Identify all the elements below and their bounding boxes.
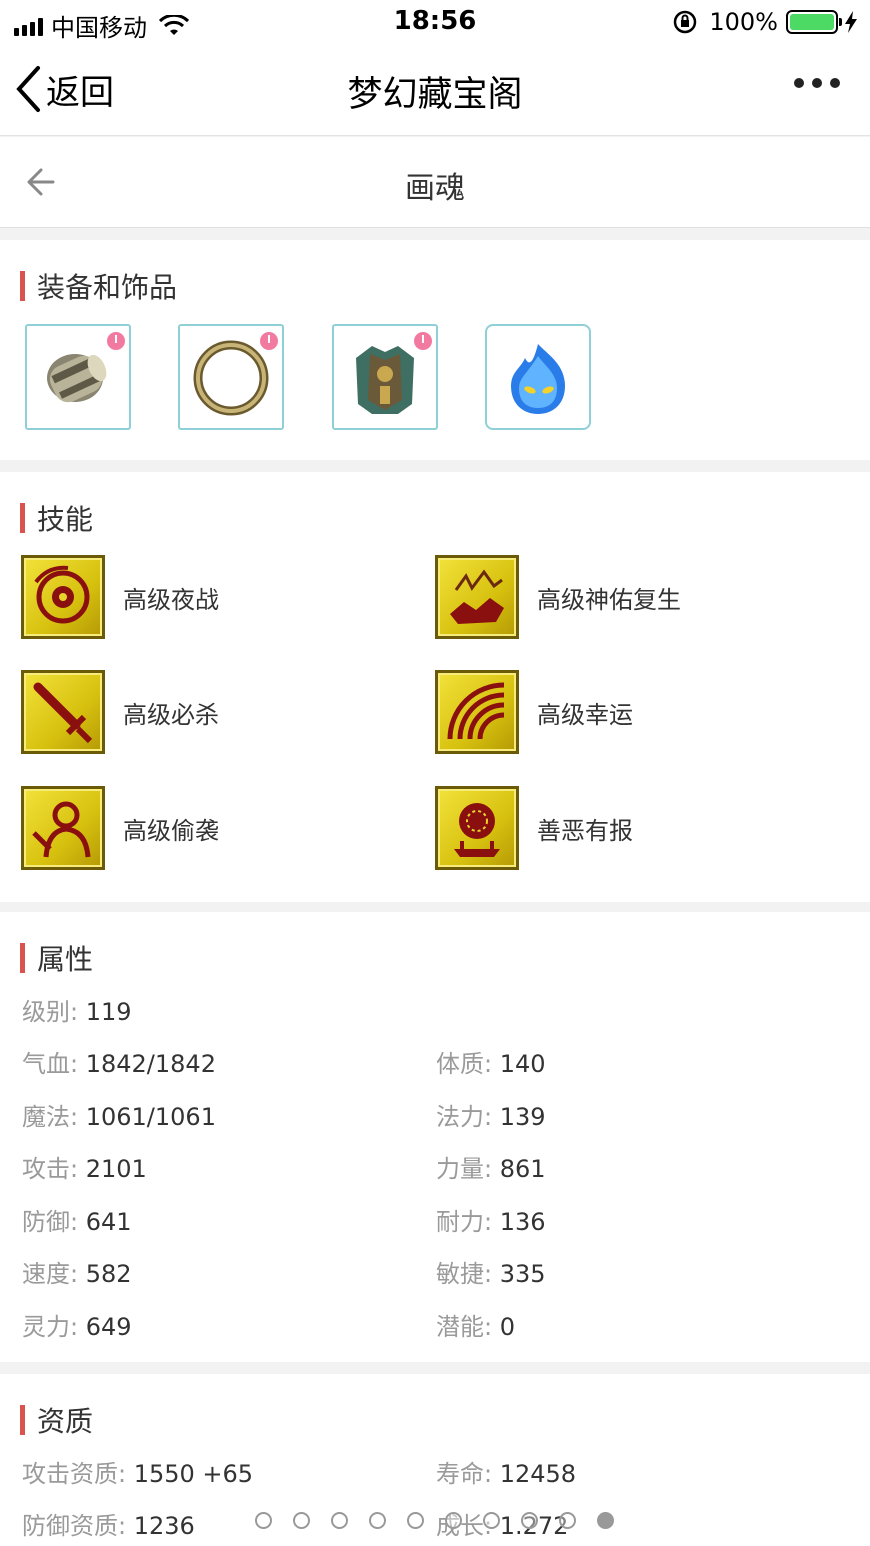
more-dot-icon	[794, 78, 804, 88]
more-dot-icon	[812, 78, 822, 88]
attr-item: 力量: 861	[436, 1155, 546, 1183]
page-dot[interactable]	[407, 1512, 424, 1529]
attributes-section: 属性 级别: 119 气血: 1842/1842 体质: 140 魔法: 106…	[0, 912, 870, 1362]
page-dot[interactable]	[255, 1512, 272, 1529]
more-options-button[interactable]	[794, 78, 840, 88]
section-accent-bar	[20, 1405, 25, 1435]
skill-label: 善恶有报	[537, 816, 633, 845]
orientation-lock-icon	[674, 10, 697, 34]
attr-item: 耐力: 136	[436, 1208, 546, 1236]
section-accent-bar	[20, 271, 25, 301]
equip-slot[interactable]	[178, 324, 284, 430]
night-battle-skill-icon	[21, 555, 105, 639]
sneak-attack-skill-icon	[21, 786, 105, 870]
section-accent-bar	[20, 943, 25, 973]
skill-item[interactable]: 善恶有报	[435, 786, 633, 870]
page-dot[interactable]	[597, 1512, 614, 1529]
page-header: 画魂	[0, 137, 870, 228]
attr-item: 灵力: 649	[22, 1313, 132, 1341]
more-dot-icon	[830, 78, 840, 88]
nav-bar: 返回 梦幻藏宝阁	[0, 44, 870, 136]
attr-item: 防御: 641	[22, 1208, 132, 1236]
sword-critical-skill-icon	[21, 670, 105, 754]
skill-item[interactable]: 高级神佑复生	[435, 555, 681, 639]
attr-item: 潜能: 0	[436, 1313, 515, 1341]
page-dot[interactable]	[483, 1512, 500, 1529]
timer-badge-icon	[105, 330, 127, 352]
nav-title: 梦幻藏宝阁	[347, 75, 523, 115]
page-dot[interactable]	[293, 1512, 310, 1529]
attr-item: 魔法: 1061/1061	[22, 1103, 216, 1131]
karma-skill-icon	[435, 786, 519, 870]
attr-item: 气血: 1842/1842	[22, 1050, 216, 1078]
equip-slot[interactable]	[25, 324, 131, 430]
skill-item[interactable]: 高级偷袭	[21, 786, 219, 870]
page-dot[interactable]	[559, 1512, 576, 1529]
page-dot[interactable]	[521, 1512, 538, 1529]
skill-label: 高级偷袭	[123, 816, 219, 845]
luck-rainbow-skill-icon	[435, 670, 519, 754]
section-title: 装备和饰品	[37, 271, 178, 304]
equipment-section: 装备和饰品	[0, 240, 870, 460]
page-dot[interactable]	[331, 1512, 348, 1529]
skill-item[interactable]: 高级夜战	[21, 555, 219, 639]
equip-slot[interactable]	[485, 324, 591, 430]
attr-item: 法力: 139	[436, 1103, 546, 1131]
attr-item: 体质: 140	[436, 1050, 546, 1078]
skill-label: 高级神佑复生	[537, 585, 681, 614]
page-title: 画魂	[405, 171, 465, 206]
timer-badge-icon	[412, 330, 434, 352]
skills-section: 技能 高级夜战 高级神佑复生 高级必杀 高级幸运 高级偷袭 善恶有报	[0, 472, 870, 902]
battery-icon	[786, 10, 842, 34]
section-title: 属性	[37, 943, 94, 976]
attr-item: 速度: 582	[22, 1260, 132, 1288]
skill-label: 高级必杀	[123, 700, 219, 729]
skill-label: 高级夜战	[123, 585, 219, 614]
aptitude-item: 防御资质: 1236	[22, 1512, 195, 1540]
page-dot[interactable]	[445, 1512, 462, 1529]
status-bar: 中国移动 18:56 100%	[0, 0, 870, 44]
skill-item[interactable]: 高级幸运	[435, 670, 633, 754]
blue-flame-spirit-icon	[511, 344, 565, 414]
section-accent-bar	[20, 503, 25, 533]
section-title: 技能	[37, 503, 94, 536]
page-indicator	[255, 1512, 614, 1529]
aptitude-item: 寿命: 12458	[436, 1460, 577, 1488]
skill-label: 高级幸运	[537, 700, 633, 729]
attr-level: 级别: 119	[22, 998, 132, 1026]
timer-badge-icon	[258, 330, 280, 352]
battery-percent: 100%	[709, 8, 778, 36]
attr-item: 敏捷: 335	[436, 1260, 546, 1288]
section-title: 资质	[37, 1405, 94, 1438]
skill-item[interactable]: 高级必杀	[21, 670, 219, 754]
attr-item: 攻击: 2101	[22, 1155, 147, 1183]
aptitude-item: 攻击资质: 1550 +65	[22, 1460, 254, 1488]
charging-bolt-icon	[845, 11, 857, 33]
equip-slot[interactable]	[332, 324, 438, 430]
page-dot[interactable]	[369, 1512, 386, 1529]
revival-skill-icon	[435, 555, 519, 639]
